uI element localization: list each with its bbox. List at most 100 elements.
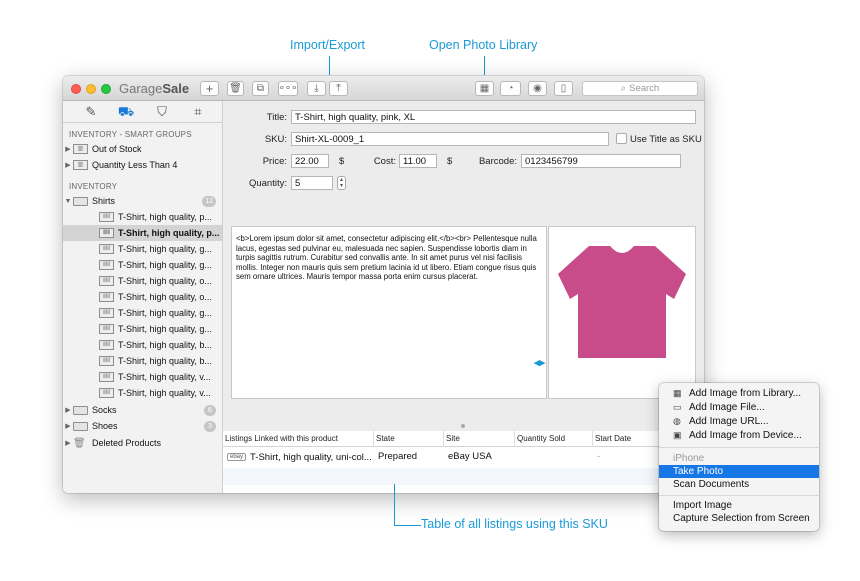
product-icon: ⅢⅡ (99, 308, 114, 318)
column-header-quantity-sold[interactable]: Quantity Sold (515, 431, 593, 447)
column-header-site[interactable]: Site (444, 431, 515, 447)
column-header-listing[interactable]: Listings Linked with this product (223, 431, 374, 447)
listings-table: Listings Linked with this product State … (223, 431, 704, 493)
menu-section-iphone: iPhone (673, 453, 705, 464)
splitter-handle[interactable] (461, 424, 465, 428)
product-editor: Title: T-Shirt, high quality, pink, XL S… (223, 101, 704, 493)
title-label: Title: (266, 112, 287, 123)
sidebar-item-socks[interactable]: ▶ Socks 6 (63, 402, 222, 418)
library-icon: ▦ (673, 388, 682, 398)
barcode-field[interactable]: 0123456799 (521, 154, 681, 168)
product-icon: ⅢⅡ (99, 212, 114, 222)
duplicate-icon[interactable]: ⧉ (252, 81, 269, 96)
use-title-checkbox[interactable] (616, 133, 627, 144)
app-title: GarageSale (119, 81, 190, 96)
folder-icon (73, 405, 88, 415)
product-row[interactable]: ⅢⅡ T-Shirt, high quality, b... (63, 337, 222, 353)
sidebar-toggle-icon[interactable]: ▯ (554, 81, 573, 96)
product-icon: ⅢⅡ (99, 260, 114, 270)
sidebar-tabs: ✎ ⛟ ⛉ ⌗ (63, 101, 223, 123)
sidebar-item-deleted[interactable]: ▶ 🗑 Deleted Products (63, 435, 222, 451)
product-icon: ⅢⅡ (99, 324, 114, 334)
cost-field[interactable]: 11.00 (399, 154, 437, 168)
product-row[interactable]: ⅢⅡ T-Shirt, high quality, o... (63, 289, 222, 305)
ebay-badge: ebay (227, 453, 247, 461)
sku-field[interactable]: Shirt-XL-0009_1 (291, 132, 609, 146)
smart-group-icon: ▥ (73, 160, 88, 170)
device-icon: ▣ (673, 430, 682, 440)
menu-item-add-from-library[interactable]: ▦ Add Image from Library... (659, 387, 819, 400)
product-row[interactable]: ⅢⅡ T-Shirt, high quality, g... (63, 241, 222, 257)
quantity-stepper[interactable]: ▴ ▾ (337, 176, 346, 190)
globe-icon: ◍ (673, 416, 681, 426)
inventory-header: INVENTORY (69, 182, 118, 191)
add-button[interactable]: + (200, 81, 219, 96)
inventory-icon[interactable]: ⛟ (117, 104, 135, 120)
sidebar-item-shirts[interactable]: ▼ Shirts 12 (63, 193, 222, 209)
export-icon[interactable]: ⤒ (329, 81, 348, 96)
product-row-selected[interactable]: ⅢⅡ T-Shirt, high quality, p... (63, 225, 222, 241)
resize-arrows-icon[interactable]: ◂▸ (534, 356, 545, 369)
count-badge: 6 (204, 404, 216, 416)
menu-item-add-url[interactable]: ◍ Add Image URL... (659, 415, 819, 428)
photo-library-icon[interactable]: ▦ (475, 81, 494, 96)
sidebar: ✎ ⛟ ⛉ ⌗ INVENTORY - SMART GROUPS ▶ ▥ Out… (63, 101, 223, 493)
column-header-state[interactable]: State (374, 431, 444, 447)
product-icon: ⅢⅡ (99, 340, 114, 350)
product-row[interactable]: ⅢⅡ T-Shirt, high quality, g... (63, 305, 222, 321)
sku-label: SKU: (264, 134, 287, 145)
disclosure-icon[interactable]: ▶ (63, 406, 73, 414)
menu-item-import-image[interactable]: Import Image (659, 499, 819, 512)
product-row[interactable]: ⅢⅡ T-Shirt, high quality, p... (63, 209, 222, 225)
price-field[interactable]: 22.00 (291, 154, 329, 168)
close-button[interactable] (71, 84, 81, 94)
product-icon: ⅢⅡ (99, 228, 114, 238)
product-row[interactable]: ⅢⅡ T-Shirt, high quality, o... (63, 273, 222, 289)
camera-icon[interactable]: ◔ (500, 81, 521, 96)
search-icon: ⌕ (620, 83, 627, 94)
sidebar-item-shoes[interactable]: ▶ Shoes 3 (63, 418, 222, 434)
tag-icon[interactable]: ✎ (82, 104, 100, 120)
sidebar-item-out-of-stock[interactable]: ▶ ▥ Out of Stock (63, 141, 222, 157)
disclosure-open-icon[interactable]: ▼ (63, 198, 73, 205)
quantity-field[interactable]: 5 (291, 176, 333, 190)
minimize-button[interactable] (86, 84, 96, 94)
product-image-well[interactable] (548, 226, 696, 399)
product-icon: ⅢⅡ (99, 388, 114, 398)
folder-icon (73, 196, 88, 206)
menu-item-capture-selection[interactable]: Capture Selection from Screen (659, 512, 819, 525)
menu-item-scan-documents[interactable]: Scan Documents (659, 478, 819, 491)
sidebar-item-quantity-less[interactable]: ▶ ▥ Quantity Less Than 4 (63, 157, 222, 173)
product-icon: ⅢⅡ (99, 372, 114, 382)
disclosure-icon[interactable]: ▶ (63, 439, 73, 447)
more-icon[interactable]: ∘∘∘ (278, 81, 298, 96)
product-row[interactable]: ⅢⅡ T-Shirt, high quality, g... (63, 321, 222, 337)
disclosure-icon[interactable]: ▶ (63, 422, 73, 430)
menu-item-take-photo[interactable]: Take Photo (659, 465, 819, 478)
disclosure-icon[interactable]: ▶ (63, 161, 73, 169)
disclosure-icon[interactable]: ▶ (63, 145, 73, 153)
table-row[interactable]: ebay T-Shirt, high quality, uni-col... P… (223, 448, 704, 466)
product-row[interactable]: ⅢⅡ T-Shirt, high quality, b... (63, 353, 222, 369)
trash-icon[interactable]: 🗑 (227, 81, 244, 96)
listing-cell: ebay T-Shirt, high quality, uni-col... (225, 449, 374, 465)
menu-item-add-file[interactable]: ▭ Add Image File... (659, 401, 819, 414)
product-row[interactable]: ⅢⅡ T-Shirt, high quality, v... (63, 369, 222, 385)
chart-icon[interactable]: ⌗ (189, 104, 207, 120)
search-input[interactable]: ⌕ Search (582, 81, 698, 96)
quantity-label: Quantity: (248, 178, 287, 189)
user-icon[interactable]: ◉ (528, 81, 547, 96)
menu-item-add-from-device[interactable]: ▣ Add Image from Device... (659, 429, 819, 442)
start-date-cell: - (597, 451, 601, 462)
title-field[interactable]: T-Shirt, high quality, pink, XL (291, 110, 696, 124)
description-editor[interactable]: <b>Lorem ipsum dolor sit amet, consectet… (231, 226, 547, 399)
zoom-button[interactable] (101, 84, 111, 94)
cart-icon[interactable]: ⛉ (153, 104, 171, 120)
callout-table-line-vertical (394, 484, 395, 525)
price-currency: $ (339, 156, 345, 167)
product-row[interactable]: ⅢⅡ T-Shirt, high quality, v... (63, 385, 222, 401)
product-row[interactable]: ⅢⅡ T-Shirt, high quality, g... (63, 257, 222, 273)
app-window: GarageSale + 🗑 ⧉ ∘∘∘ ⤓ ⤒ ▦ ◔ ◉ ▯ ⌕ Search… (63, 76, 704, 493)
callout-photo-library: Open Photo Library (429, 38, 538, 52)
import-icon[interactable]: ⤓ (307, 81, 326, 96)
